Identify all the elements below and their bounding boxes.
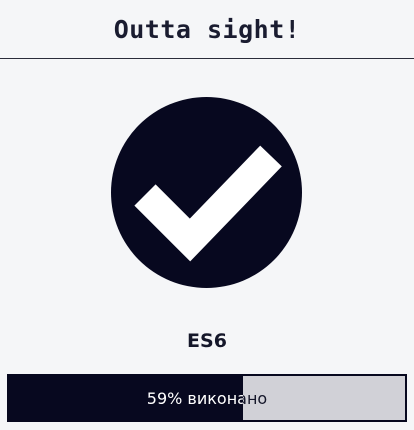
progress-label-inverse: 59% виконано (146, 388, 243, 408)
page-title: Outta sight! (113, 14, 301, 44)
progress-bar: 59% виконано 59% виконано (7, 374, 407, 422)
lesson-name: ES6 (187, 330, 227, 352)
badge-circle (111, 97, 302, 288)
header: Outta sight! (0, 0, 414, 59)
checkmark-icon (111, 97, 302, 288)
progress-label-overlay: 59% виконано (9, 376, 243, 420)
